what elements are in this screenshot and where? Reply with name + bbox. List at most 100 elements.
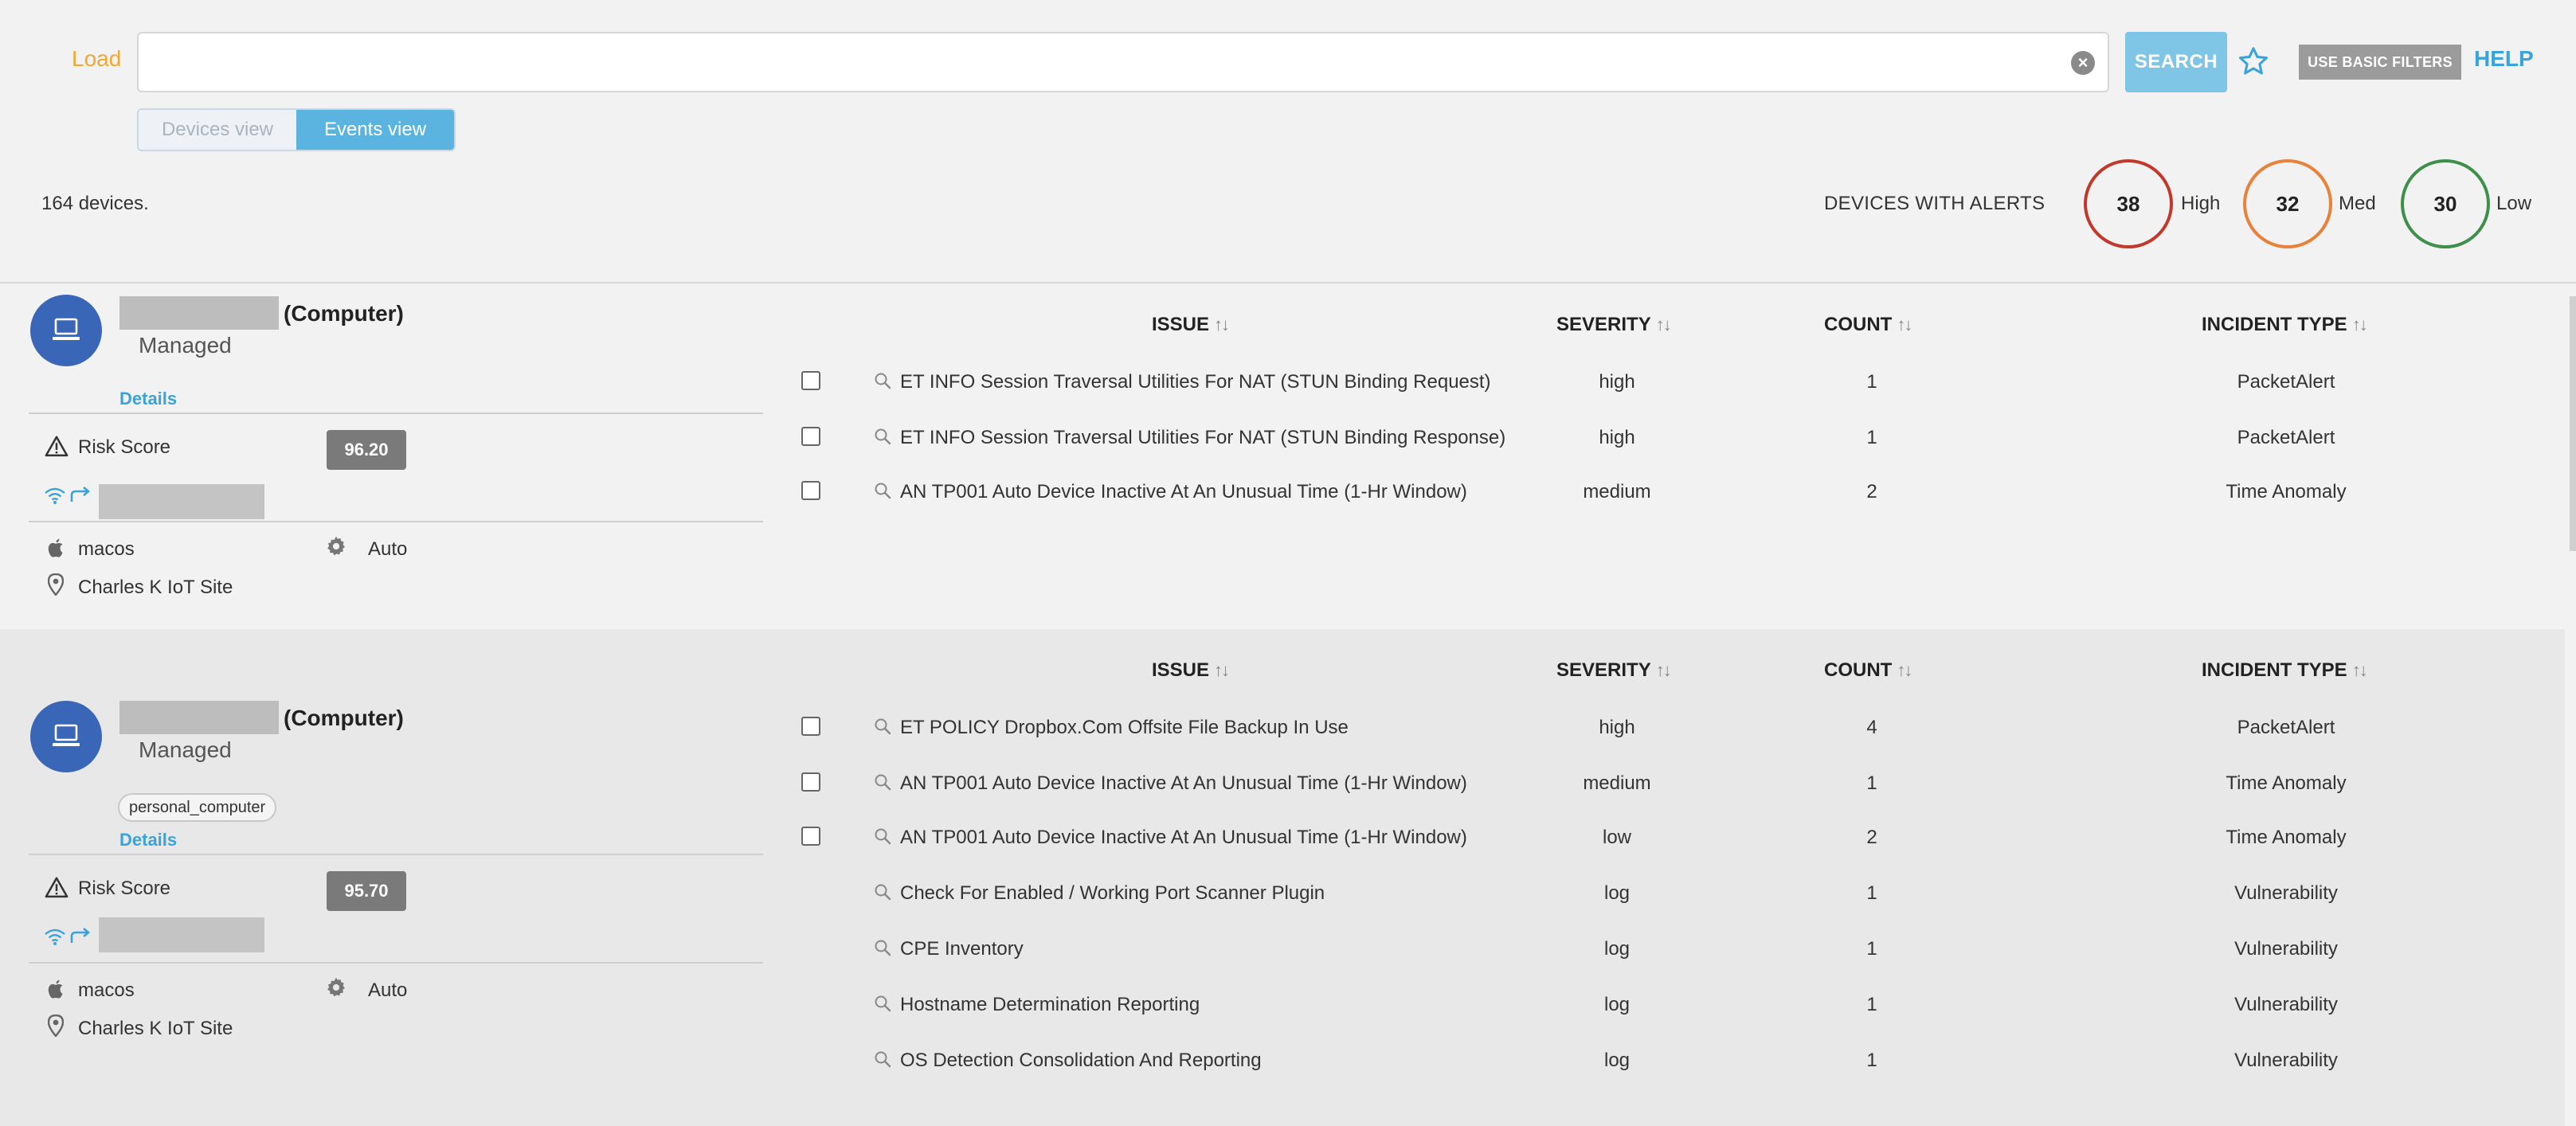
issue-text[interactable]: AN TP001 Auto Device Inactive At An Unus… xyxy=(900,772,1467,795)
column-header-incident-type[interactable]: INCIDENT TYPE ↑↓ xyxy=(2202,659,2368,682)
incident-type-cell: Vulnerability xyxy=(2234,938,2338,960)
low-alert-label: Low xyxy=(2496,193,2532,214)
issue-text[interactable]: Check For Enabled / Working Port Scanner… xyxy=(900,882,1325,905)
sort-icon[interactable]: ↑↓ xyxy=(1897,315,1912,334)
severity-cell: low xyxy=(1602,827,1631,848)
count-cell: 1 xyxy=(1866,938,1877,960)
issue-text[interactable]: ET INFO Session Traversal Utilities For … xyxy=(900,371,1491,393)
sort-icon[interactable]: ↑↓ xyxy=(1656,315,1672,334)
magnifier-icon[interactable] xyxy=(873,938,892,963)
location-pin-icon xyxy=(47,573,65,601)
apple-icon xyxy=(46,978,65,1006)
use-basic-filters-button[interactable]: USE BASIC FILTERS xyxy=(2299,45,2461,80)
row-checkbox[interactable] xyxy=(801,772,820,792)
device-avatar[interactable] xyxy=(30,701,102,772)
sort-icon[interactable]: ↑↓ xyxy=(1656,660,1672,680)
sort-icon[interactable]: ↑↓ xyxy=(1214,315,1230,334)
column-header-count[interactable]: COUNT ↑↓ xyxy=(1824,659,1912,682)
magnifier-icon[interactable] xyxy=(873,481,892,506)
column-header-severity[interactable]: SEVERITY ↑↓ xyxy=(1556,314,1672,336)
card-divider xyxy=(29,962,763,964)
os-label: macos xyxy=(78,979,135,1001)
issue-text[interactable]: CPE Inventory xyxy=(900,938,1024,960)
search-input[interactable] xyxy=(139,33,2108,91)
column-header-issue[interactable]: ISSUE ↑↓ xyxy=(1152,314,1230,336)
warning-icon xyxy=(45,435,69,463)
severity-cell: log xyxy=(1603,994,1631,1015)
incident-type-cell: PacketAlert xyxy=(2237,427,2335,448)
issue-text[interactable]: ET POLICY Dropbox.Com Offsite File Backu… xyxy=(900,717,1349,739)
search-field[interactable]: × xyxy=(137,32,2109,92)
row-checkbox[interactable] xyxy=(801,427,820,446)
row-checkbox[interactable] xyxy=(801,371,820,390)
device-status: Managed xyxy=(139,333,232,358)
high-alert-count[interactable]: 38 xyxy=(2084,159,2173,248)
details-link[interactable]: Details xyxy=(119,830,177,850)
severity-cell: log xyxy=(1603,882,1631,904)
device-count: 164 devices. xyxy=(41,193,149,214)
row-checkbox[interactable] xyxy=(801,481,820,500)
scrollbar[interactable] xyxy=(2570,296,2576,551)
device-type-label: (Computer) xyxy=(284,706,404,730)
os-label: macos xyxy=(78,538,135,560)
severity-cell: medium xyxy=(1583,772,1651,794)
device-card: (Computer) Managed personal_computer Det… xyxy=(0,629,2565,1126)
sort-icon[interactable]: ↑↓ xyxy=(1897,660,1912,680)
incident-type-cell: Vulnerability xyxy=(2234,994,2338,1015)
devices-with-alerts-label: DEVICES WITH ALERTS xyxy=(1824,193,2046,214)
site-label: Charles K IoT Site xyxy=(78,1018,233,1039)
magnifier-icon[interactable] xyxy=(873,994,892,1018)
laptop-icon xyxy=(53,724,80,746)
incident-type-cell: Time Anomaly xyxy=(2226,481,2347,502)
device-avatar[interactable] xyxy=(30,295,102,366)
issue-text[interactable]: ET INFO Session Traversal Utilities For … xyxy=(900,427,1505,449)
gear-icon xyxy=(325,535,347,563)
magnifier-icon[interactable] xyxy=(873,371,892,396)
details-link[interactable]: Details xyxy=(119,389,177,409)
severity-cell: medium xyxy=(1583,481,1651,502)
magnifier-icon[interactable] xyxy=(873,717,892,741)
device-card: (Computer) Managed Details Risk Score 96… xyxy=(0,283,2565,628)
mode-label: Auto xyxy=(368,538,408,560)
search-button[interactable]: SEARCH xyxy=(2125,32,2227,92)
apple-icon xyxy=(46,537,65,565)
column-header-count[interactable]: COUNT ↑↓ xyxy=(1824,314,1912,336)
row-checkbox[interactable] xyxy=(801,717,820,736)
ip-address-redacted xyxy=(99,917,264,952)
column-header-incident-type[interactable]: INCIDENT TYPE ↑↓ xyxy=(2202,314,2368,336)
risk-score-label: Risk Score xyxy=(78,436,171,458)
sort-icon[interactable]: ↑↓ xyxy=(2352,660,2368,680)
low-alert-count[interactable]: 30 xyxy=(2401,159,2490,248)
device-tag-chip[interactable]: personal_computer xyxy=(118,793,277,822)
magnifier-icon[interactable] xyxy=(873,1050,892,1074)
column-header-severity[interactable]: SEVERITY ↑↓ xyxy=(1556,659,1672,682)
magnifier-icon[interactable] xyxy=(873,772,892,797)
med-alert-label: Med xyxy=(2339,193,2376,214)
link-icon xyxy=(69,927,92,952)
sort-icon[interactable]: ↑↓ xyxy=(1214,660,1230,680)
issue-text[interactable]: AN TP001 Auto Device Inactive At An Unus… xyxy=(900,827,1467,849)
column-header-issue[interactable]: ISSUE ↑↓ xyxy=(1152,659,1230,682)
count-cell: 1 xyxy=(1866,882,1877,904)
star-icon[interactable] xyxy=(2235,43,2272,80)
severity-cell: high xyxy=(1599,427,1635,448)
incident-type-cell: Vulnerability xyxy=(2234,1050,2338,1071)
clear-icon[interactable]: × xyxy=(2071,51,2095,75)
med-alert-count[interactable]: 32 xyxy=(2243,159,2332,248)
help-link[interactable]: HELP xyxy=(2474,46,2534,72)
device-name-redacted xyxy=(119,296,279,330)
issue-text[interactable]: OS Detection Consolidation And Reporting xyxy=(900,1050,1262,1072)
magnifier-icon[interactable] xyxy=(873,882,892,907)
load-link[interactable]: Load xyxy=(72,46,121,72)
issue-text[interactable]: Hostname Determination Reporting xyxy=(900,994,1200,1016)
issue-text[interactable]: AN TP001 Auto Device Inactive At An Unus… xyxy=(900,481,1467,503)
events-view-tab[interactable]: Events view xyxy=(296,110,454,150)
devices-view-tab[interactable]: Devices view xyxy=(139,110,296,150)
warning-icon xyxy=(45,876,69,904)
row-checkbox[interactable] xyxy=(801,827,820,846)
magnifier-icon[interactable] xyxy=(873,427,892,452)
sort-icon[interactable]: ↑↓ xyxy=(2352,315,2368,334)
incident-type-cell: PacketAlert xyxy=(2237,371,2335,393)
magnifier-icon[interactable] xyxy=(873,827,892,851)
incident-type-cell: Time Anomaly xyxy=(2226,827,2347,848)
